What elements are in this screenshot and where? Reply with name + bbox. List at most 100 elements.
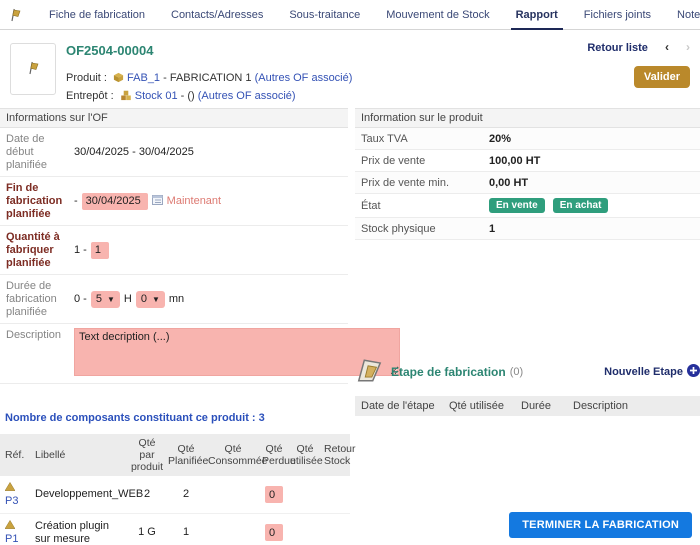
prev-record-arrow-icon[interactable]: ‹	[665, 40, 669, 54]
warehouse-label: Entrepôt :	[66, 90, 114, 102]
of-info-section: Informations sur l'OF Date de début plan…	[0, 108, 348, 545]
warehouse-link[interactable]: Stock 01	[135, 90, 178, 102]
component-label: Developpement_WEB	[30, 476, 128, 514]
warehouse-icon	[120, 90, 132, 106]
quantity-input[interactable]	[91, 242, 109, 259]
component-qty-per-product: 1 G	[128, 514, 166, 545]
warehouse-name: - ()	[181, 90, 195, 102]
duration-hours-select[interactable]: 5▼	[91, 291, 120, 308]
physical-stock-label: Stock physique	[361, 223, 489, 235]
product-info-section: Information sur le produit Taux TVA 20% …	[355, 108, 700, 416]
tab-contacts-adresses[interactable]: Contacts/Adresses	[158, 1, 276, 29]
component-qty-planned: 2	[166, 476, 206, 514]
planned-duration-label: Durée de fabrication planifiée	[6, 279, 68, 319]
tab-mouvement-de-stock[interactable]: Mouvement de Stock	[373, 1, 502, 29]
quantity-prefix: 1 -	[74, 244, 87, 256]
product-line: Produit : FAB_1 - FABRICATION 1 (Autres …	[66, 70, 352, 88]
sell-price-row: Prix de vente 100,00 HT	[355, 150, 700, 172]
plus-circle-icon	[687, 364, 700, 380]
chevron-down-icon: ▼	[152, 295, 160, 304]
component-label: Création plugin sur mesure	[30, 514, 128, 545]
product-link[interactable]: FAB_1	[127, 72, 160, 84]
components-table: Réf. Libellé Qté par produit Qté Planifi…	[0, 434, 350, 545]
duration-minutes-unit: mn	[169, 293, 184, 305]
col-qty-planned: Qté Planifiée	[166, 434, 206, 476]
duration-hours-value: 5	[96, 293, 102, 305]
end-date-input[interactable]	[82, 193, 148, 210]
record-nav: Retour liste ‹ ›	[587, 40, 690, 54]
duration-minutes-select[interactable]: 0▼	[136, 291, 165, 308]
planned-start-date-label: Date de début planifiée	[6, 132, 68, 172]
col-ref: Réf.	[0, 434, 30, 476]
col-step-description: Description	[573, 400, 628, 412]
calendar-icon[interactable]	[152, 194, 163, 208]
status-badge-on-sell: En vente	[489, 198, 545, 213]
status-row: État En vente En achat	[355, 194, 700, 218]
of-info-title: Informations sur l'OF	[0, 108, 348, 128]
component-qty-used	[288, 514, 322, 545]
finish-fabrication-button[interactable]: TERMINER LA FABRICATION	[509, 512, 692, 538]
chevron-down-icon: ▼	[107, 295, 115, 304]
tab-bar: Fiche de fabrication Contacts/Adresses S…	[0, 0, 700, 30]
physical-stock-value: 1	[489, 223, 495, 235]
warehouse-assoc-link[interactable]: (Autres OF associé)	[198, 90, 296, 102]
tva-row: Taux TVA 20%	[355, 128, 700, 150]
col-qty-used: Qté utilisée	[288, 434, 322, 476]
status-badge-on-buy: En achat	[553, 198, 609, 213]
col-qty-per-product: Qté par produit	[128, 434, 166, 476]
planned-end-date-row: Fin de fabrication planifiée - Maintenan…	[0, 177, 348, 226]
planned-quantity-row: Quantité à fabriquer planifiée 1 -	[0, 226, 348, 275]
steps-table-header: Date de l'étape Qté utilisée Durée Descr…	[355, 396, 700, 416]
status-label: État	[361, 200, 489, 212]
tva-label: Taux TVA	[361, 133, 489, 145]
component-ref-link[interactable]: P1	[5, 533, 18, 545]
page: Fiche de fabrication Contacts/Adresses S…	[0, 0, 700, 545]
product-photo[interactable]	[10, 43, 56, 95]
component-qty-lost-input[interactable]	[265, 524, 283, 541]
new-step-link[interactable]: Nouvelle Etape	[604, 364, 700, 380]
tab-fiche-de-fabrication[interactable]: Fiche de fabrication	[36, 1, 158, 29]
product-info-title: Information sur le produit	[355, 108, 700, 128]
description-textarea[interactable]: Text decription (...)	[74, 328, 400, 376]
fabrication-module-icon	[8, 8, 22, 22]
tab-sous-traitance[interactable]: Sous-traitance	[276, 1, 373, 29]
col-step-duration: Durée	[521, 400, 573, 412]
steps-count: (0)	[510, 366, 523, 378]
planned-duration-row: Durée de fabrication planifiée 0 - 5▼ H …	[0, 275, 348, 324]
sell-price-value: 100,00 HT	[489, 155, 540, 167]
tab-notes[interactable]: Notes	[664, 1, 700, 29]
new-step-label: Nouvelle Etape	[604, 366, 683, 378]
min-price-label: Prix de vente min.	[361, 177, 489, 189]
description-label: Description	[6, 328, 68, 379]
component-return-stock	[322, 476, 350, 514]
col-qty-lost: Qté Perdue	[260, 434, 288, 476]
tab-fichiers-joints[interactable]: Fichiers joints	[571, 1, 664, 29]
planned-start-date-value: 30/04/2025 - 30/04/2025	[68, 132, 194, 172]
component-qty-lost-input[interactable]	[265, 486, 283, 503]
col-step-qty-used: Qté utilisée	[449, 400, 521, 412]
product-assoc-link[interactable]: (Autres OF associé)	[255, 72, 353, 84]
physical-stock-row: Stock physique 1	[355, 218, 700, 240]
col-qty-consumed: Qté Consommée	[206, 434, 260, 476]
tab-rapport[interactable]: Rapport	[503, 1, 571, 29]
now-link[interactable]: Maintenant	[167, 195, 221, 207]
description-row: Description Text decription (...)	[0, 324, 348, 384]
components-title: Nombre de composants constituant ce prod…	[5, 412, 348, 424]
end-date-prefix: -	[74, 195, 78, 207]
component-return-stock	[322, 514, 350, 545]
min-price-value: 0,00 HT	[489, 177, 528, 189]
planned-start-date-row: Date de début planifiée 30/04/2025 - 30/…	[0, 128, 348, 177]
back-to-list-link[interactable]: Retour liste	[587, 42, 648, 54]
planned-end-date-label: Fin de fabrication planifiée	[6, 181, 68, 221]
tva-value: 20%	[489, 133, 511, 145]
record-ref: OF2504-00004	[66, 43, 352, 58]
validate-button[interactable]: Valider	[634, 66, 690, 88]
planned-quantity-label: Quantité à fabriquer planifiée	[6, 230, 68, 270]
sell-price-label: Prix de vente	[361, 155, 489, 167]
col-step-date: Date de l'étape	[361, 400, 449, 412]
component-row: P1 Création plugin sur mesure 1 G 1	[0, 514, 350, 545]
steps-header: Etape de fabrication (0) Nouvelle Etape	[355, 358, 700, 386]
component-qty-planned: 1	[166, 514, 206, 545]
component-ref-link[interactable]: P3	[5, 495, 18, 507]
col-libelle: Libellé	[30, 434, 128, 476]
